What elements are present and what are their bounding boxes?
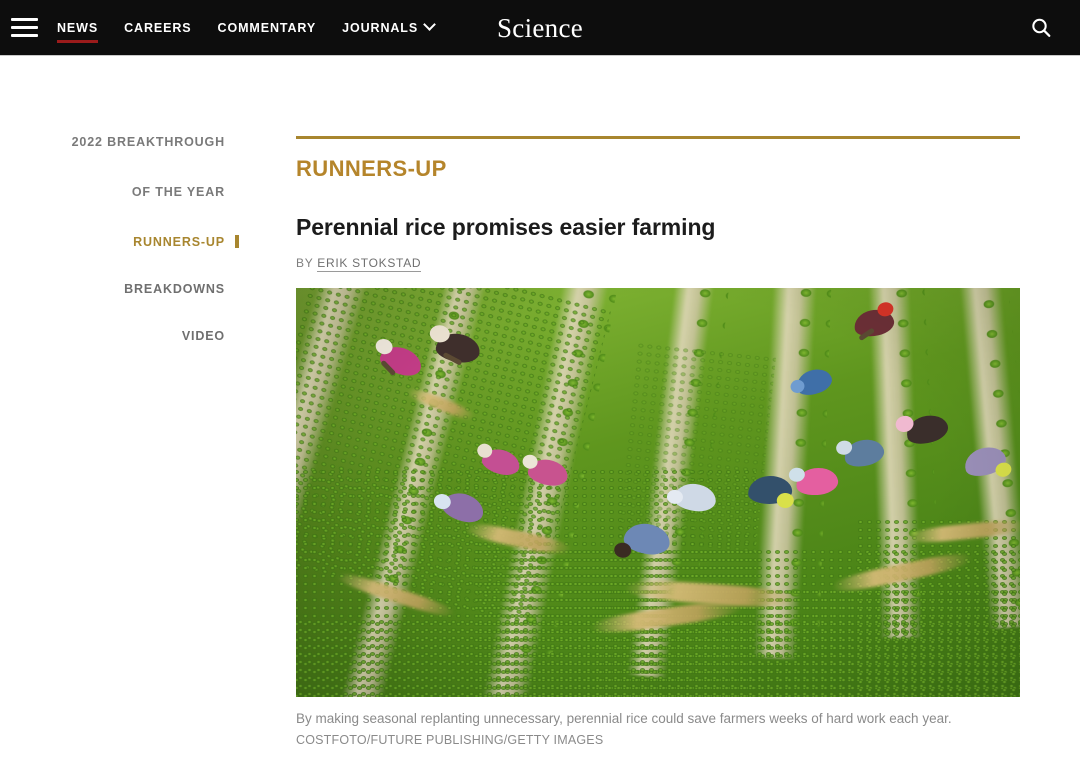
page-body: 2022 BREAKTHROUGH OF THE YEAR RUNNERS-UP… <box>0 56 1080 761</box>
byline-prefix: BY <box>296 256 314 271</box>
sidebar-item-breakdowns[interactable]: BREAKDOWNS <box>0 279 252 299</box>
nav-item-commentary[interactable]: COMMENTARY <box>218 0 317 56</box>
photo-vignette <box>296 288 1020 698</box>
byline: BY ERIK STOKSTAD <box>296 256 1020 273</box>
sidebar-item-label: BREAKDOWNS <box>124 282 225 296</box>
section-sidebar: 2022 BREAKTHROUGH OF THE YEAR RUNNERS-UP… <box>0 56 252 373</box>
caption-text: By making seasonal replanting unnecessar… <box>296 711 952 727</box>
sidebar-item-breakthrough-line1: 2022 BREAKTHROUGH <box>0 132 252 152</box>
sidebar-item-video[interactable]: VIDEO <box>0 326 252 346</box>
sidebar-item-label: 2022 BREAKTHROUGH <box>71 135 225 149</box>
nav-item-careers[interactable]: CAREERS <box>124 0 191 56</box>
nav-item-journals[interactable]: JOURNALS <box>342 0 436 56</box>
sidebar-item-label: RUNNERS-UP <box>133 235 225 249</box>
page-title: Perennial rice promises easier farming <box>296 214 716 240</box>
article-main: RUNNERS-UP Perennial rice promises easie… <box>296 56 1020 761</box>
hamburger-menu-icon[interactable] <box>0 0 46 56</box>
sidebar-item-label: VIDEO <box>181 329 225 343</box>
nav-item-label: CAREERS <box>124 20 192 35</box>
main-navigation: NEWS CAREERS COMMENTARY JOURNALS <box>57 0 436 56</box>
site-header: NEWS CAREERS COMMENTARY JOURNALS Science <box>0 0 1080 56</box>
author-link[interactable]: ERIK STOKSTAD <box>317 256 422 273</box>
sidebar-item-runners-up[interactable]: RUNNERS-UP <box>0 232 252 252</box>
article-photo[interactable] <box>296 288 1020 698</box>
search-icon[interactable] <box>1021 0 1061 56</box>
hamburger-bar <box>10 26 38 29</box>
nav-item-label: JOURNALS <box>342 20 419 35</box>
article-figure: By making seasonal replanting unnecessar… <box>296 288 1020 750</box>
hamburger-bar <box>10 34 38 37</box>
hamburger-bar <box>10 18 38 21</box>
figure-caption: By making seasonal replanting unnecessar… <box>296 709 964 750</box>
nav-item-news[interactable]: NEWS <box>57 0 99 56</box>
chevron-down-icon <box>423 18 436 31</box>
photo-credit: COSTFOTO/FUTURE PUBLISHING/GETTY IMAGES <box>296 732 604 747</box>
nav-item-label: COMMENTARY <box>217 20 317 35</box>
nav-item-label: NEWS <box>57 20 99 35</box>
sidebar-item-label: OF THE YEAR <box>131 185 225 199</box>
science-logo[interactable]: Science <box>497 13 583 44</box>
article-kicker[interactable]: RUNNERS-UP <box>296 156 447 182</box>
section-divider-rule <box>296 136 1020 139</box>
sidebar-item-breakthrough-line2: OF THE YEAR <box>0 182 252 202</box>
